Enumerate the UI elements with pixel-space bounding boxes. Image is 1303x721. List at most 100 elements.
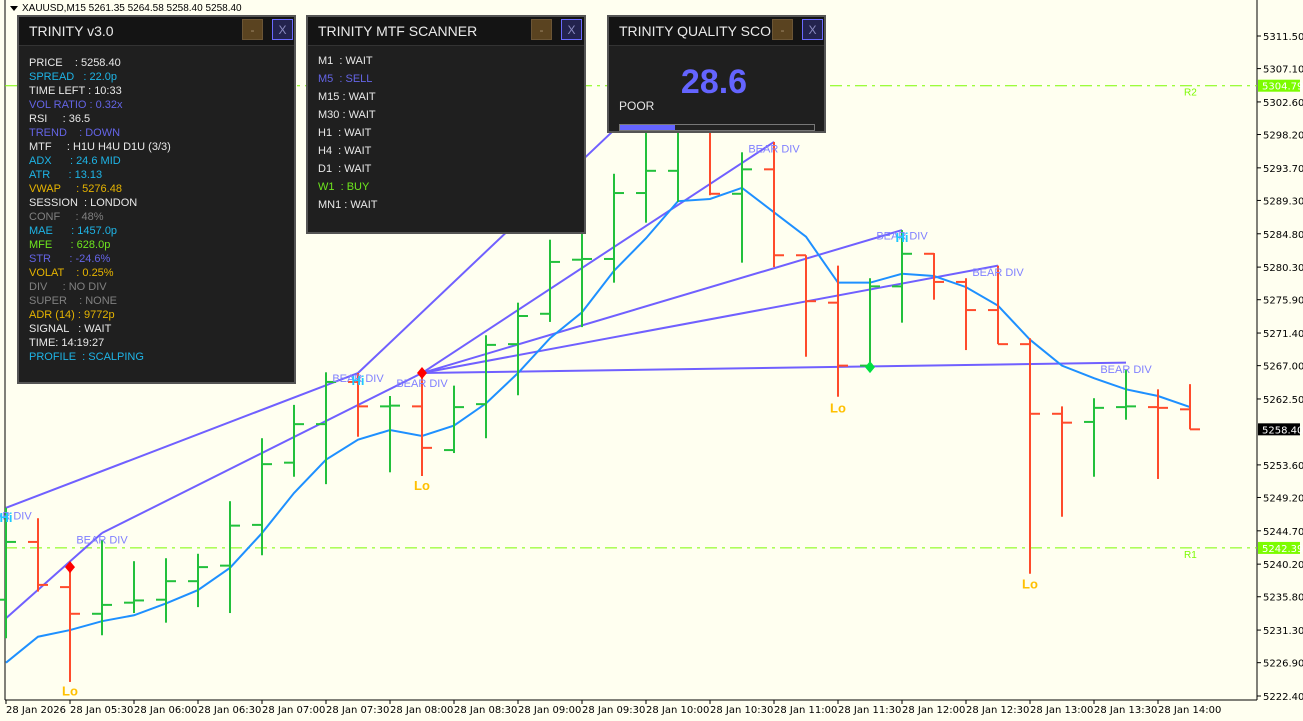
price-tick-label: 5267.00 xyxy=(1263,362,1303,373)
panel-row: PROFILE : SCALPING xyxy=(29,351,144,363)
time-tick-label: 28 Jan 12:00 xyxy=(902,705,965,716)
panel-row: MFE : 628.0p xyxy=(29,239,111,251)
symbol-info: XAUUSD,M15 5261.35 5264.58 5258.40 5258.… xyxy=(22,3,242,14)
price-tick-label: 5231.30 xyxy=(1263,626,1303,637)
time-tick-label: 28 Jan 11:00 xyxy=(774,705,837,716)
close-button[interactable]: X xyxy=(561,19,582,40)
time-tick-label: 28 Jan 07:00 xyxy=(262,705,325,716)
panel-row: W1 : BUY xyxy=(318,181,370,193)
panel-row: MN1 : WAIT xyxy=(318,199,378,211)
div-label: BEAR DIV xyxy=(396,378,448,390)
hi-label: Hi xyxy=(896,230,909,245)
quality-rating: POOR xyxy=(619,99,655,113)
level-name-r1: R1 xyxy=(1184,550,1197,561)
price-tick-label: 5275.90 xyxy=(1263,296,1303,307)
price-axis[interactable]: 5304.79 5242.39 5311.50 5307.10 5302.60 5298.… xyxy=(1257,32,1303,703)
time-tick-label: 28 Jan 10:00 xyxy=(646,705,709,716)
panel-row: M1 : WAIT xyxy=(318,55,373,67)
price-tick-label: 5280.30 xyxy=(1263,263,1303,274)
div-label: BEAR DIV xyxy=(1100,364,1152,376)
quality-progress-fill xyxy=(620,125,676,130)
level-price-label: 5242.39 xyxy=(1262,544,1303,555)
panel-row: DIV : NO DIV xyxy=(29,281,107,293)
close-button[interactable]: X xyxy=(272,19,293,40)
trinity-panel: TRINITY v3.0 - X PRICE : 5258.40 SPREAD :… xyxy=(17,15,296,384)
lo-label: Lo xyxy=(62,683,78,698)
price-tick-label: 5244.70 xyxy=(1263,527,1303,538)
lo-label: Lo xyxy=(414,478,430,493)
lo-label: Lo xyxy=(830,400,846,415)
time-tick-label: 28 Jan 13:30 xyxy=(1094,705,1157,716)
div-label: BEAR DIV xyxy=(748,143,800,155)
price-tick-label: 5311.50 xyxy=(1263,32,1303,43)
time-tick-label: 28 Jan 12:30 xyxy=(966,705,1029,716)
panel-row: M5 : SELL xyxy=(318,73,373,85)
div-label: BEAR DIV xyxy=(972,267,1024,279)
panel-row: H4 : WAIT xyxy=(318,145,372,157)
panel-row: PRICE : 5258.40 xyxy=(29,57,121,69)
quality-score-value: 28.6 xyxy=(680,63,748,101)
price-tick-label: 5298.20 xyxy=(1263,131,1303,142)
panel-title: TRINITY MTF SCANNER xyxy=(318,23,478,39)
time-tick-label: 28 Jan 09:00 xyxy=(518,705,581,716)
time-tick-label: 28 Jan 14:00 xyxy=(1158,705,1221,716)
price-tick-label: 5222.40 xyxy=(1263,692,1303,703)
panel-row: D1 : WAIT xyxy=(318,163,372,175)
price-tick-label: 5307.10 xyxy=(1263,65,1303,76)
time-tick-label: 28 Jan 08:30 xyxy=(454,705,517,716)
time-tick-label: 28 Jan 08:00 xyxy=(390,705,453,716)
panel-row: H1 : WAIT xyxy=(318,127,372,139)
panel-row: SIGNAL : WAIT xyxy=(29,323,112,335)
panel-row: TIME LEFT : 10:33 xyxy=(29,85,122,97)
time-tick-label: 28 Jan 06:00 xyxy=(134,705,197,716)
time-tick-label: 28 Jan 06:30 xyxy=(198,705,261,716)
panel-row: VOL RATIO : 0.32x xyxy=(29,99,123,111)
time-tick-label: 28 Jan 05:30 xyxy=(70,705,133,716)
chart-header: XAUUSD,M15 5261.35 5264.58 5258.40 5258.… xyxy=(10,3,242,14)
minimize-button[interactable]: - xyxy=(531,19,552,40)
price-tick-label: 5226.90 xyxy=(1263,659,1303,670)
panel-title: TRINITY QUALITY SCORE xyxy=(619,23,791,39)
quality-score-panel: TRINITY QUALITY SCORE - X 28.6 POOR xyxy=(607,15,826,133)
price-tick-label: 5302.60 xyxy=(1263,98,1303,109)
level-price-label: 5304.79 xyxy=(1262,82,1303,93)
panel-row: TIME: 14:19:27 xyxy=(29,337,105,349)
time-tick-label: 28 Jan 11:30 xyxy=(838,705,901,716)
price-tick-label: 5249.20 xyxy=(1263,493,1303,504)
minimize-button[interactable]: - xyxy=(242,19,263,40)
level-name-r2: R2 xyxy=(1184,88,1197,99)
price-tick-label: 5253.60 xyxy=(1263,461,1303,472)
panel-titlebar[interactable]: TRINITY v3.0 - X xyxy=(19,17,294,46)
panel-row: ADR (14) : 9772p xyxy=(29,309,115,321)
panel-row: MTF : H1U H4U D1U (3/3) xyxy=(29,141,171,153)
price-tick-label: 5284.80 xyxy=(1263,230,1303,241)
mtf-scanner-panel: TRINITY MTF SCANNER - X M1 : WAIT M5 : SE… xyxy=(306,15,586,234)
time-tick-label: 28 Jan 13:00 xyxy=(1030,705,1093,716)
time-tick-label: 28 Jan 09:30 xyxy=(582,705,645,716)
panel-row: VWAP : 5276.48 xyxy=(29,183,122,195)
panel-title: TRINITY v3.0 xyxy=(29,23,114,39)
panel-row: VOLAT : 0.25% xyxy=(29,267,114,279)
price-tick-label: 5293.70 xyxy=(1263,164,1303,175)
panel-row: ATR : 13.13 xyxy=(29,169,103,181)
panel-titlebar[interactable]: TRINITY MTF SCANNER - X xyxy=(308,17,584,46)
price-tick-label: 5271.40 xyxy=(1263,329,1303,340)
price-tick-label: 5235.80 xyxy=(1263,593,1303,604)
panel-row: MAE : 1457.0p xyxy=(29,225,118,237)
panel-row: RSI : 36.5 xyxy=(29,113,91,125)
panel-titlebar[interactable]: TRINITY QUALITY SCORE - X xyxy=(609,17,824,46)
quality-progress-bar xyxy=(619,124,815,131)
time-tick-label: 28 Jan 07:30 xyxy=(326,705,389,716)
hi-label: Hi xyxy=(352,373,365,388)
minimize-button[interactable]: - xyxy=(772,19,793,40)
panel-row: M15 : WAIT xyxy=(318,91,376,103)
current-price-label: 5258.40 xyxy=(1262,425,1303,436)
panel-row: CONF : 48% xyxy=(29,211,104,223)
close-button[interactable]: X xyxy=(802,19,823,40)
time-tick-label: 28 Jan 2026 xyxy=(6,705,66,716)
panel-row: SPREAD : 22.0p xyxy=(29,71,118,83)
price-tick-label: 5262.50 xyxy=(1263,395,1303,406)
price-tick-label: 5289.30 xyxy=(1263,196,1303,207)
panel-row: SUPER : NONE xyxy=(29,295,118,307)
dropdown-triangle-icon[interactable] xyxy=(10,5,18,11)
